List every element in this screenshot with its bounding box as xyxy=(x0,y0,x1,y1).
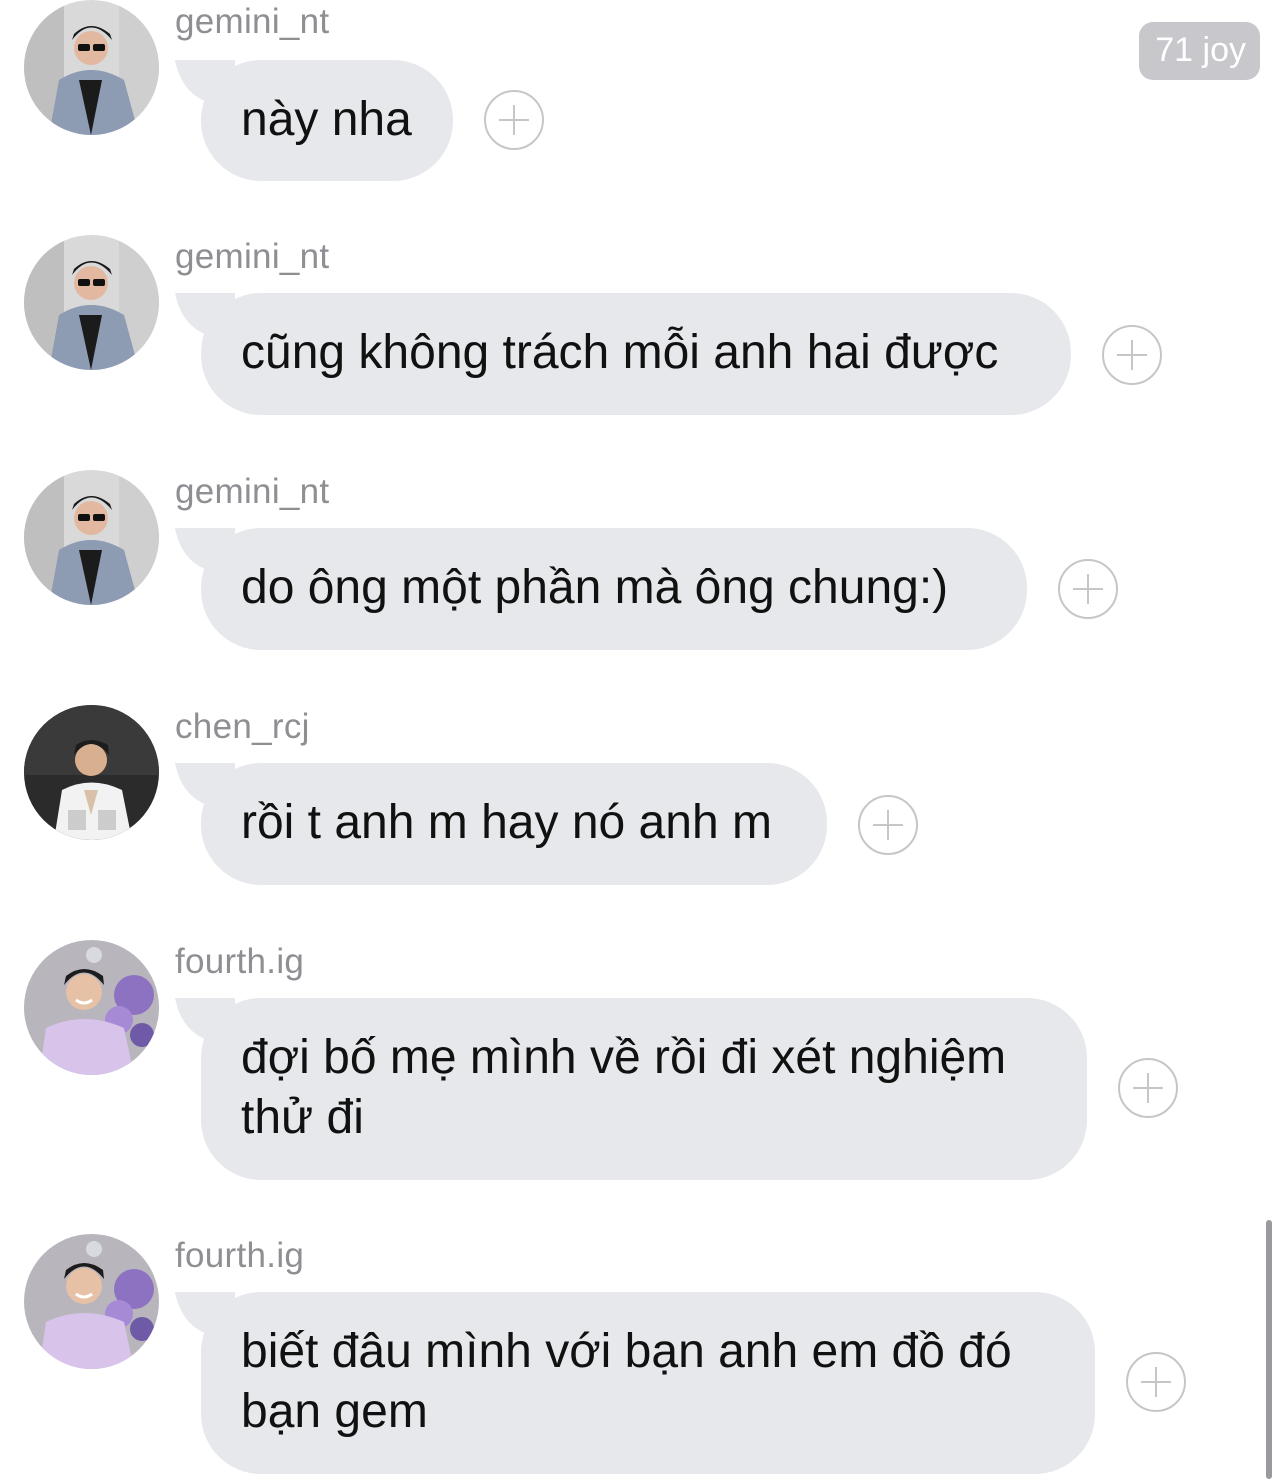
scrollbar[interactable] xyxy=(1266,1220,1272,1479)
avatar-fourth-image xyxy=(24,940,159,1075)
plus-circle-icon[interactable] xyxy=(1118,1058,1178,1118)
sender-name: fourth.ig xyxy=(175,1236,305,1275)
plus-circle-icon[interactable] xyxy=(484,90,544,150)
avatar-gemini-image xyxy=(24,470,159,605)
plus-circle-icon[interactable] xyxy=(858,795,918,855)
counter-badge: 71 joy xyxy=(1139,22,1260,80)
plus-circle-icon[interactable] xyxy=(1058,559,1118,619)
avatar[interactable] xyxy=(24,235,159,370)
sender-name: gemini_nt xyxy=(175,237,330,276)
message-bubble[interactable]: này nha xyxy=(201,60,453,181)
message-bubble[interactable]: cũng không trách mỗi anh hai được xyxy=(201,293,1071,415)
message-bubble[interactable]: do ông một phần mà ông chung:) xyxy=(201,528,1027,650)
sender-name: chen_rcj xyxy=(175,707,310,746)
sender-name: fourth.ig xyxy=(175,942,305,981)
message-bubble[interactable]: biết đâu mình với bạn anh em đồ đó bạn g… xyxy=(201,1292,1095,1474)
message-bubble[interactable]: đợi bố mẹ mình về rồi đi xét nghiệm thử … xyxy=(201,998,1087,1180)
avatar-gemini-image xyxy=(24,235,159,370)
avatar-gemini-image xyxy=(24,0,159,135)
avatar[interactable] xyxy=(24,940,159,1075)
avatar-fourth-image xyxy=(24,1234,159,1369)
plus-circle-icon[interactable] xyxy=(1102,325,1162,385)
avatar[interactable] xyxy=(24,0,159,135)
plus-circle-icon[interactable] xyxy=(1126,1352,1186,1412)
sender-name: gemini_nt xyxy=(175,472,330,511)
message-bubble[interactable]: rồi t anh m hay nó anh m xyxy=(201,763,827,885)
message-thread: 71 joy gemini_nt này nha gemini_nt cũng … xyxy=(0,0,1284,1479)
sender-name: gemini_nt xyxy=(175,2,330,41)
avatar[interactable] xyxy=(24,470,159,605)
avatar[interactable] xyxy=(24,1234,159,1369)
avatar-chen-image xyxy=(24,705,159,840)
avatar[interactable] xyxy=(24,705,159,840)
